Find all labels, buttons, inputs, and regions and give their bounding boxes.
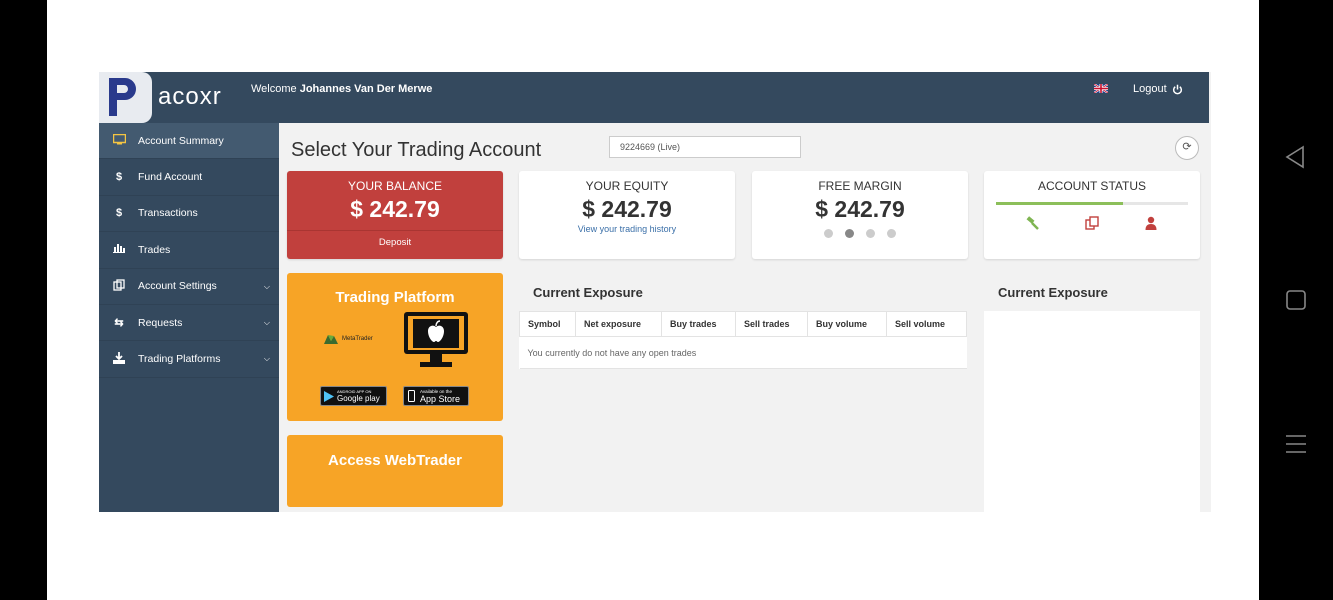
carousel-indicators <box>752 229 968 238</box>
table-header-row: Symbol Net exposure Buy trades Sell trad… <box>519 311 967 337</box>
app-store-badge[interactable]: Available on the App Store <box>403 386 469 406</box>
bar-chart-icon <box>112 243 126 256</box>
sidebar-item-label: Account Settings <box>138 280 217 293</box>
col-buy-trades[interactable]: Buy trades <box>661 311 736 337</box>
trading-history-link[interactable]: View your trading history <box>519 224 735 234</box>
phone-icon <box>408 390 415 402</box>
chevron-down-icon: ⌵ <box>263 281 270 291</box>
apple-monitor-icon[interactable] <box>403 311 469 369</box>
main-content: Select Your Trading Account 9224669 (Liv… <box>279 123 1209 512</box>
logo-p-icon <box>109 78 136 116</box>
sidebar-item-label: Trades <box>138 243 171 256</box>
gavel-icon[interactable] <box>1025 215 1041 231</box>
balance-label: YOUR BALANCE <box>347 179 443 193</box>
refresh-button[interactable]: ⟳ <box>1175 136 1199 160</box>
copy-icon <box>112 279 126 294</box>
home-nav-icon[interactable] <box>1286 290 1306 310</box>
sidebar-item-label: Trading Platforms <box>138 353 221 366</box>
phone-nav-bar <box>1259 0 1333 600</box>
carousel-dot[interactable] <box>824 229 833 238</box>
menu-nav-icon[interactable] <box>1286 434 1306 454</box>
exposure-title: Current Exposure <box>533 285 643 300</box>
account-status-label: ACCOUNT STATUS <box>1037 179 1146 193</box>
sidebar-item-account-summary[interactable]: Account Summary <box>99 123 279 160</box>
balance-card: YOUR BALANCE $ 242.79 Deposit <box>287 171 503 259</box>
balance-amount: $ 242.79 <box>350 196 440 222</box>
dollar-icon: $ <box>115 207 123 220</box>
account-status-card: ACCOUNT STATUS <box>984 171 1200 259</box>
sidebar-item-transactions[interactable]: $ Transactions <box>99 196 279 233</box>
google-play-label: Google play <box>337 394 380 403</box>
phone-bezel-left <box>0 0 47 600</box>
sidebar-item-trading-platforms[interactable]: Trading Platforms ⌵ <box>99 341 279 378</box>
uk-flag-icon[interactable] <box>1094 84 1108 93</box>
sidebar-item-label: Transactions <box>138 207 198 220</box>
sidebar-item-requests[interactable]: ⇆ Requests ⌵ <box>99 305 279 342</box>
chevron-down-icon: ⌵ <box>263 317 270 327</box>
status-progress-fill <box>996 202 1123 205</box>
sidebar-item-label: Account Summary <box>138 134 224 147</box>
current-exposure-side-panel: Current Exposure <box>984 273 1200 512</box>
equity-label: YOUR EQUITY <box>585 179 669 193</box>
welcome-prefix: Welcome <box>251 83 297 95</box>
metatrader-logo[interactable]: MetaTrader <box>323 333 373 345</box>
trading-platform-title: Trading Platform <box>335 289 455 306</box>
col-net-exposure[interactable]: Net exposure <box>575 311 662 337</box>
app-store-label: App Store <box>420 393 461 404</box>
exposure-table: Symbol Net exposure Buy trades Sell trad… <box>519 311 967 369</box>
col-buy-volume[interactable]: Buy volume <box>807 311 887 337</box>
equity-card: YOUR EQUITY $ 242.79 View your trading h… <box>519 171 735 259</box>
sidebar-item-fund-account[interactable]: $ Fund Account <box>99 159 279 196</box>
table-row: You currently do not have any open trade… <box>519 336 967 369</box>
equity-amount: $ 242.79 <box>582 196 672 222</box>
sidebar-item-label: Fund Account <box>138 171 203 184</box>
webtrader-title: Access WebTrader <box>328 452 462 469</box>
sidebar-item-trades[interactable]: Trades <box>99 232 279 269</box>
col-sell-trades[interactable]: Sell trades <box>735 311 808 337</box>
col-sell-volume[interactable]: Sell volume <box>886 311 967 337</box>
metatrader-label: MetaTrader <box>342 336 373 342</box>
carousel-dot[interactable] <box>845 229 854 238</box>
sidebar: Account Summary $ Fund Account $ Transac… <box>99 123 279 512</box>
status-progress-bar <box>996 202 1188 205</box>
top-navbar: acoxr Welcome Johannes Van Der Merwe Log… <box>99 72 1209 123</box>
deposit-link[interactable]: Deposit <box>287 230 503 248</box>
logo-badge[interactable] <box>99 72 152 123</box>
logout-label: Logout <box>1133 83 1167 95</box>
account-select[interactable]: 9224669 (Live) <box>609 136 801 158</box>
download-icon <box>112 351 126 367</box>
logo-text: acoxr <box>158 83 222 110</box>
free-margin-amount: $ 242.79 <box>815 196 905 222</box>
metatrader-icon <box>324 335 338 344</box>
documents-icon[interactable] <box>1084 215 1100 231</box>
sidebar-item-label: Requests <box>138 316 183 329</box>
back-nav-icon[interactable] <box>1284 145 1306 169</box>
carousel-dot[interactable] <box>866 229 875 238</box>
empty-message: You currently do not have any open trade… <box>519 336 967 369</box>
col-symbol[interactable]: Symbol <box>519 311 576 337</box>
logout-button[interactable]: Logout <box>1133 83 1183 95</box>
carousel-dot[interactable] <box>887 229 896 238</box>
free-margin-card: FREE MARGIN $ 242.79 <box>752 171 968 259</box>
current-exposure-panel: Current Exposure Symbol Net exposure Buy… <box>519 273 967 416</box>
webtrader-button[interactable]: Access WebTrader <box>287 435 503 507</box>
status-icons <box>984 205 1200 231</box>
trading-platform-card[interactable]: Trading Platform MetaTrader ANDROID APP … <box>287 273 503 421</box>
power-icon <box>1172 84 1182 94</box>
monitor-icon <box>112 133 126 148</box>
app-window: acoxr Welcome Johannes Van Der Merwe Log… <box>99 72 1211 512</box>
user-name: Johannes Van Der Merwe <box>299 83 433 95</box>
exposure-side-title: Current Exposure <box>984 273 1200 311</box>
refresh-icon: ⟳ <box>1182 141 1192 153</box>
user-icon[interactable] <box>1143 215 1159 231</box>
play-store-icon <box>324 390 334 402</box>
page-title: Select Your Trading Account <box>291 139 542 161</box>
chevron-down-icon: ⌵ <box>263 354 270 364</box>
google-play-badge[interactable]: ANDROID APP ON Google play <box>320 386 387 406</box>
dollar-icon: $ <box>115 171 123 184</box>
sidebar-item-account-settings[interactable]: Account Settings ⌵ <box>99 269 279 305</box>
welcome-message: Welcome Johannes Van Der Merwe <box>251 83 432 95</box>
free-margin-label: FREE MARGIN <box>818 179 902 193</box>
exchange-icon: ⇆ <box>114 317 124 330</box>
